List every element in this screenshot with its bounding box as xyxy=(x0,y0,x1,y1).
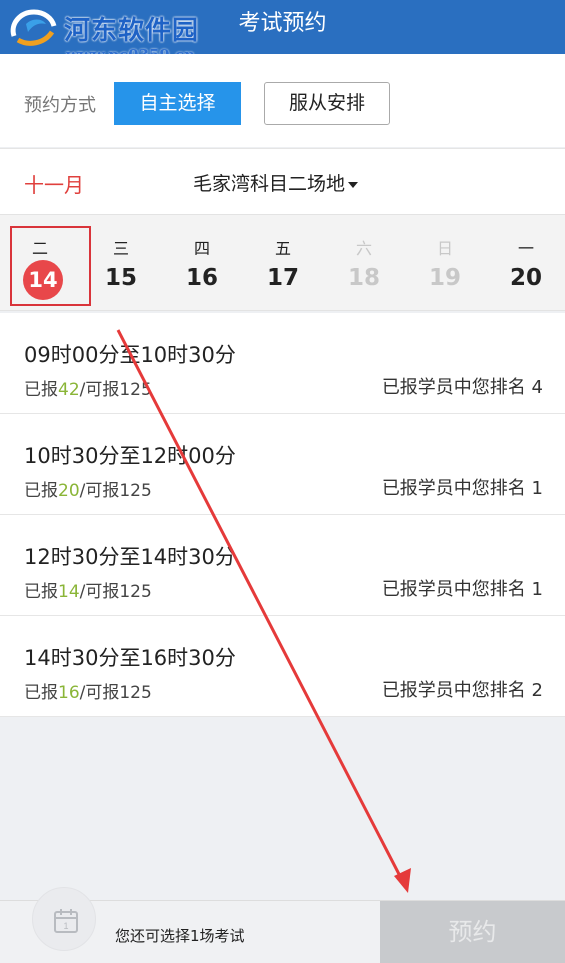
day-item[interactable]: 一 20 xyxy=(491,215,561,312)
slot-rank: 已报学员中您排名 1 xyxy=(381,478,543,499)
slot-quota: 已报14/可报125 xyxy=(24,582,152,602)
slot-quota: 已报16/可报125 xyxy=(24,683,152,703)
week-strip: 二 14 三 15 四 16 五 17 六 18 日 19 一 20 xyxy=(0,214,565,311)
slot-list: 09时00分至10时30分 已报42/可报125 已报学员中您排名 4 10时3… xyxy=(0,313,565,717)
slot-rank: 已报学员中您排名 4 xyxy=(381,377,543,398)
date-label: 20 xyxy=(509,265,542,291)
watermark-site-name: 河东软件园 xyxy=(64,16,200,46)
slot-rank: 已报学员中您排名 1 xyxy=(381,579,543,600)
slot-item[interactable]: 12时30分至14时30分 已报14/可报125 已报学员中您排名 1 xyxy=(0,515,565,616)
registered-count: 14 xyxy=(58,582,80,602)
day-item-disabled: 日 19 xyxy=(410,215,480,312)
date-label: 16 xyxy=(185,265,218,291)
slot-item[interactable]: 09时00分至10时30分 已报42/可报125 已报学员中您排名 4 xyxy=(0,313,565,414)
rank-value: 4 xyxy=(531,377,543,398)
slot-item[interactable]: 14时30分至16时30分 已报16/可报125 已报学员中您排名 2 xyxy=(0,616,565,717)
registered-count: 20 xyxy=(58,481,80,501)
weekday-label: 六 xyxy=(355,239,372,258)
method-row: 预约方式 自主选择 服从安排 xyxy=(0,54,565,147)
registered-count: 42 xyxy=(58,380,80,400)
day-item[interactable]: 五 17 xyxy=(248,215,318,312)
weekday-label: 五 xyxy=(274,239,291,258)
caret-down-icon xyxy=(348,181,359,188)
app-header: 考试预约 河东软件园 www.pc0359.cn xyxy=(0,0,565,64)
date-label: 19 xyxy=(428,265,461,291)
selection-highlight-box xyxy=(10,226,91,306)
slot-quota: 已报42/可报125 xyxy=(24,380,152,400)
date-label: 17 xyxy=(266,265,299,291)
day-item-disabled: 六 18 xyxy=(329,215,399,312)
footer-bar: 1 您还可选择1场考试 预约 xyxy=(0,887,565,963)
rank-value: 1 xyxy=(531,478,543,499)
rank-value: 2 xyxy=(531,680,543,701)
slot-quota: 已报20/可报125 xyxy=(24,481,152,501)
slot-time: 12时30分至14时30分 xyxy=(24,545,236,569)
reserve-button[interactable]: 预约 xyxy=(380,901,565,963)
registered-count: 16 xyxy=(58,683,80,703)
date-label: 18 xyxy=(347,265,380,291)
slot-item[interactable]: 10时30分至12时00分 已报20/可报125 已报学员中您排名 1 xyxy=(0,414,565,515)
slot-time: 10时30分至12时00分 xyxy=(24,444,236,468)
weekday-label: 三 xyxy=(112,239,129,258)
weekday-label: 一 xyxy=(517,239,534,258)
weekday-label: 四 xyxy=(193,239,210,258)
day-item[interactable]: 四 16 xyxy=(167,215,237,312)
slot-rank: 已报学员中您排名 2 xyxy=(381,680,543,701)
date-label: 15 xyxy=(104,265,137,291)
day-item[interactable]: 三 15 xyxy=(86,215,156,312)
slot-time: 09时00分至10时30分 xyxy=(24,343,236,367)
calendar-button[interactable]: 1 xyxy=(32,887,96,951)
venue-label: 毛家湾科目二场地 xyxy=(193,173,346,195)
method-label: 预约方式 xyxy=(24,95,96,116)
venue-selector[interactable]: 毛家湾科目二场地 xyxy=(193,169,359,196)
calendar-icon: 1 xyxy=(54,909,78,933)
watermark-logo xyxy=(10,9,57,46)
month-selector[interactable]: 十一月 xyxy=(24,169,84,198)
obey-arrangement-button[interactable]: 服从安排 xyxy=(264,82,390,125)
slot-time: 14时30分至16时30分 xyxy=(24,646,236,670)
svg-text:1: 1 xyxy=(63,921,68,931)
rank-value: 1 xyxy=(531,579,543,600)
remaining-exams-hint: 您还可选择1场考试 xyxy=(115,927,245,945)
filter-row: 十一月 毛家湾科目二场地 xyxy=(0,148,565,214)
self-select-button[interactable]: 自主选择 xyxy=(114,82,241,125)
weekday-label: 日 xyxy=(436,239,453,258)
